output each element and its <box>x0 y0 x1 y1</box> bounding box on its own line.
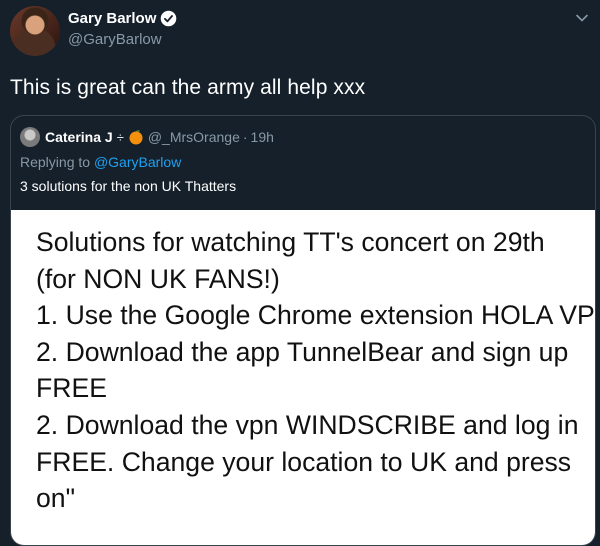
verified-badge-icon <box>161 10 177 27</box>
image-text-line: 2. Download the app TunnelBear and sign … <box>36 336 569 367</box>
tweet-text: This is great can the army all help xxx <box>10 76 366 99</box>
image-text-line: on" <box>36 483 76 514</box>
quoted-tweet-header: Caterina J ÷ @_MrsOrange · 19h <box>20 127 274 147</box>
author-display-name-row[interactable]: Gary Barlow <box>68 10 177 27</box>
image-text-line: 1. Use the Google Chrome extension HOLA … <box>36 300 595 331</box>
quoted-author-name: Caterina J <box>45 129 113 145</box>
image-text-line: FREE. Change your location to UK and pre… <box>36 446 572 477</box>
quoted-author-name-emoji: ÷ <box>116 129 124 145</box>
replying-to-link[interactable]: @GaryBarlow <box>94 154 181 170</box>
image-text-block: Solutions for watching TT's concert on 2… <box>36 224 595 517</box>
orange-emoji-icon <box>129 130 143 145</box>
author-handle[interactable]: @GaryBarlow <box>68 31 162 48</box>
replying-to-line: Replying to @GaryBarlow <box>20 154 181 170</box>
quoted-tweet-card[interactable]: Caterina J ÷ @_MrsOrange · 19h Replying … <box>10 115 596 546</box>
image-text-line: 2. Download the vpn WINDSCRIBE and log i… <box>36 409 579 440</box>
quoted-author-handle: @_MrsOrange <box>147 129 240 145</box>
quoted-separator: · <box>242 129 248 145</box>
image-text-line: (for NON UK FANS!) <box>36 263 280 294</box>
image-text-line: FREE <box>36 373 107 404</box>
author-display-name[interactable]: Gary Barlow <box>68 10 156 27</box>
quoted-tweet-image[interactable]: Solutions for watching TT's concert on 2… <box>11 210 595 545</box>
image-text-line: Solutions for watching TT's concert on 2… <box>36 227 545 257</box>
chevron-down-icon[interactable] <box>574 10 590 26</box>
author-avatar[interactable] <box>10 6 60 56</box>
quoted-tweet-text: 3 solutions for the non UK Thatters <box>20 178 237 194</box>
quoted-author-avatar <box>20 127 40 147</box>
quoted-timestamp: 19h <box>250 129 274 145</box>
replying-prefix: Replying to <box>20 154 91 170</box>
